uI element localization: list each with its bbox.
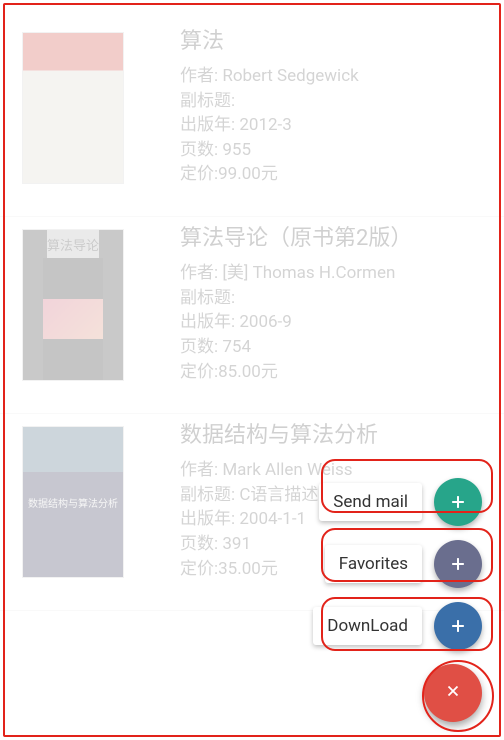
book-cover — [22, 32, 124, 184]
fab-item-favorites[interactable]: Favorites — [325, 540, 482, 588]
close-icon — [444, 682, 462, 704]
list-item[interactable]: 算法 作者: Robert Sedgewick 副标题: 出版年: 2012-3… — [0, 20, 504, 217]
book-title: 算法 — [180, 26, 486, 58]
book-title: 数据结构与算法分析 — [180, 420, 486, 452]
book-year: 出版年: 2012-3 — [180, 113, 486, 138]
fab-label: Send mail — [319, 483, 422, 521]
book-pages: 页数: 955 — [180, 138, 486, 163]
book-cover: 数据结构与算法分析 — [22, 426, 124, 578]
list-item[interactable]: 算法导论 算法导论（原书第2版） 作者: [美] Thomas H.Cormen… — [0, 217, 504, 414]
book-pages: 页数: 754 — [180, 335, 486, 360]
fab-label: DownLoad — [313, 607, 422, 645]
book-cover: 算法导论 — [22, 229, 124, 381]
fab-item-sendmail[interactable]: Send mail — [319, 478, 482, 526]
fab-menu: Send mail Favorites DownLoad — [313, 478, 482, 722]
book-title: 算法导论（原书第2版） — [180, 223, 486, 255]
fab-close-button[interactable] — [424, 664, 482, 722]
book-author: 作者: Robert Sedgewick — [180, 64, 486, 89]
plus-icon — [434, 540, 482, 588]
book-subtitle: 副标题: — [180, 286, 486, 311]
book-year: 出版年: 2006-9 — [180, 310, 486, 335]
book-meta: 算法导论（原书第2版） 作者: [美] Thomas H.Cormen 副标题:… — [180, 223, 486, 384]
book-price: 定价:99.00元 — [180, 162, 486, 187]
plus-icon — [434, 602, 482, 650]
fab-item-download[interactable]: DownLoad — [313, 602, 482, 650]
plus-icon — [434, 478, 482, 526]
book-price: 定价:85.00元 — [180, 360, 486, 385]
book-meta: 算法 作者: Robert Sedgewick 副标题: 出版年: 2012-3… — [180, 26, 486, 187]
book-subtitle: 副标题: — [180, 89, 486, 114]
fab-label: Favorites — [325, 545, 422, 583]
book-author: 作者: [美] Thomas H.Cormen — [180, 261, 486, 286]
